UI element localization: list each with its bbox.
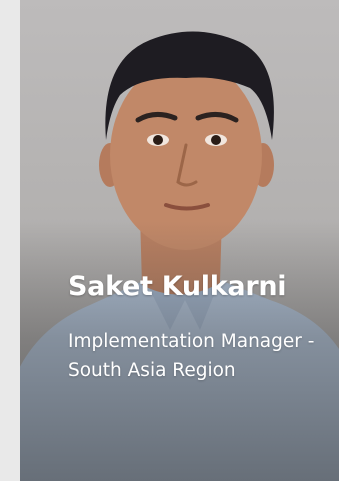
page-margin [0, 0, 20, 481]
caption: Saket Kulkarni Implementation Manager - … [68, 270, 333, 385]
member-name: Saket Kulkarni [68, 271, 287, 302]
member-title: Implementation Manager - South Asia Regi… [68, 331, 315, 381]
team-member-card[interactable]: Saket Kulkarni Implementation Manager - … [20, 0, 339, 481]
